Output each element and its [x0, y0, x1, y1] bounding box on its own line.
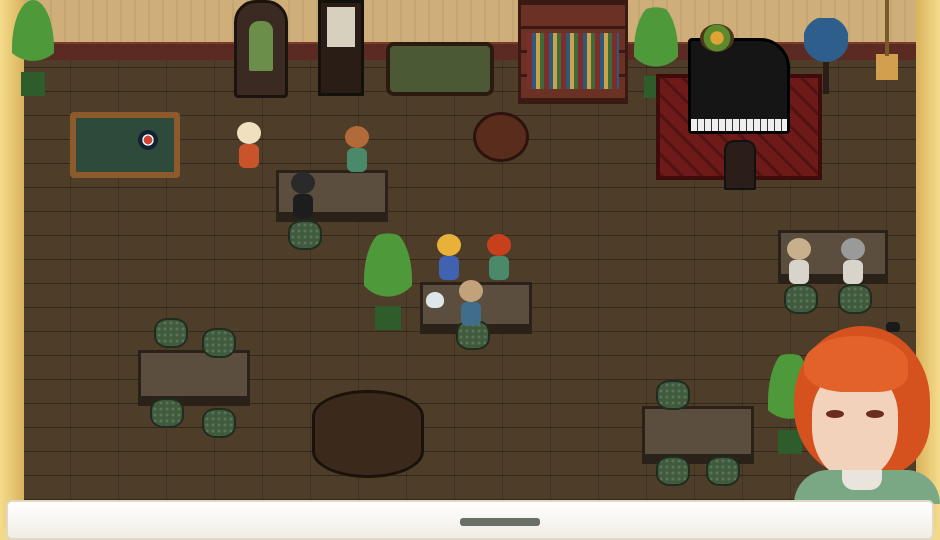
table	[138, 350, 250, 406]
pool-table[interactable]	[70, 112, 180, 178]
piano-chair	[724, 140, 756, 190]
table	[642, 406, 754, 464]
player-character[interactable]	[434, 234, 464, 282]
potted-plant	[364, 230, 412, 330]
portrait-eye-right	[866, 410, 884, 418]
jukebox[interactable]	[234, 0, 288, 98]
stool	[288, 220, 322, 250]
portrait-eye-left	[826, 410, 844, 418]
stool	[150, 398, 184, 428]
speaker-portrait	[790, 320, 940, 504]
stool	[838, 284, 872, 314]
round-table	[473, 112, 529, 162]
grand-piano[interactable]	[688, 38, 790, 134]
fruit-bowl	[700, 24, 734, 52]
message-window[interactable]	[6, 500, 934, 540]
npc-character[interactable]	[234, 122, 264, 170]
bookshelf[interactable]	[518, 0, 628, 104]
npc-character[interactable]	[484, 234, 514, 282]
stool	[202, 328, 236, 358]
portrait-bangs	[804, 336, 908, 392]
stool	[154, 318, 188, 348]
barrel	[312, 390, 424, 478]
sofa[interactable]	[386, 42, 494, 96]
portrait-collar	[842, 470, 882, 490]
stool	[784, 284, 818, 314]
message-pause-indicator	[460, 518, 540, 526]
potted-plant	[12, 0, 54, 96]
npc-character[interactable]	[838, 238, 868, 286]
npc-character[interactable]	[342, 126, 372, 174]
back-wall	[22, 0, 918, 48]
stool	[656, 380, 690, 410]
game-screen	[0, 0, 940, 540]
npc-character[interactable]	[288, 172, 318, 220]
hair-tie	[886, 322, 900, 332]
broom	[874, 0, 900, 80]
teapot	[426, 292, 444, 308]
menu-board[interactable]	[318, 0, 364, 96]
stool	[656, 456, 690, 486]
stool	[202, 408, 236, 438]
stool	[706, 456, 740, 486]
npc-character[interactable]	[784, 238, 814, 286]
npc-character[interactable]	[456, 280, 486, 328]
globe[interactable]	[804, 18, 848, 94]
